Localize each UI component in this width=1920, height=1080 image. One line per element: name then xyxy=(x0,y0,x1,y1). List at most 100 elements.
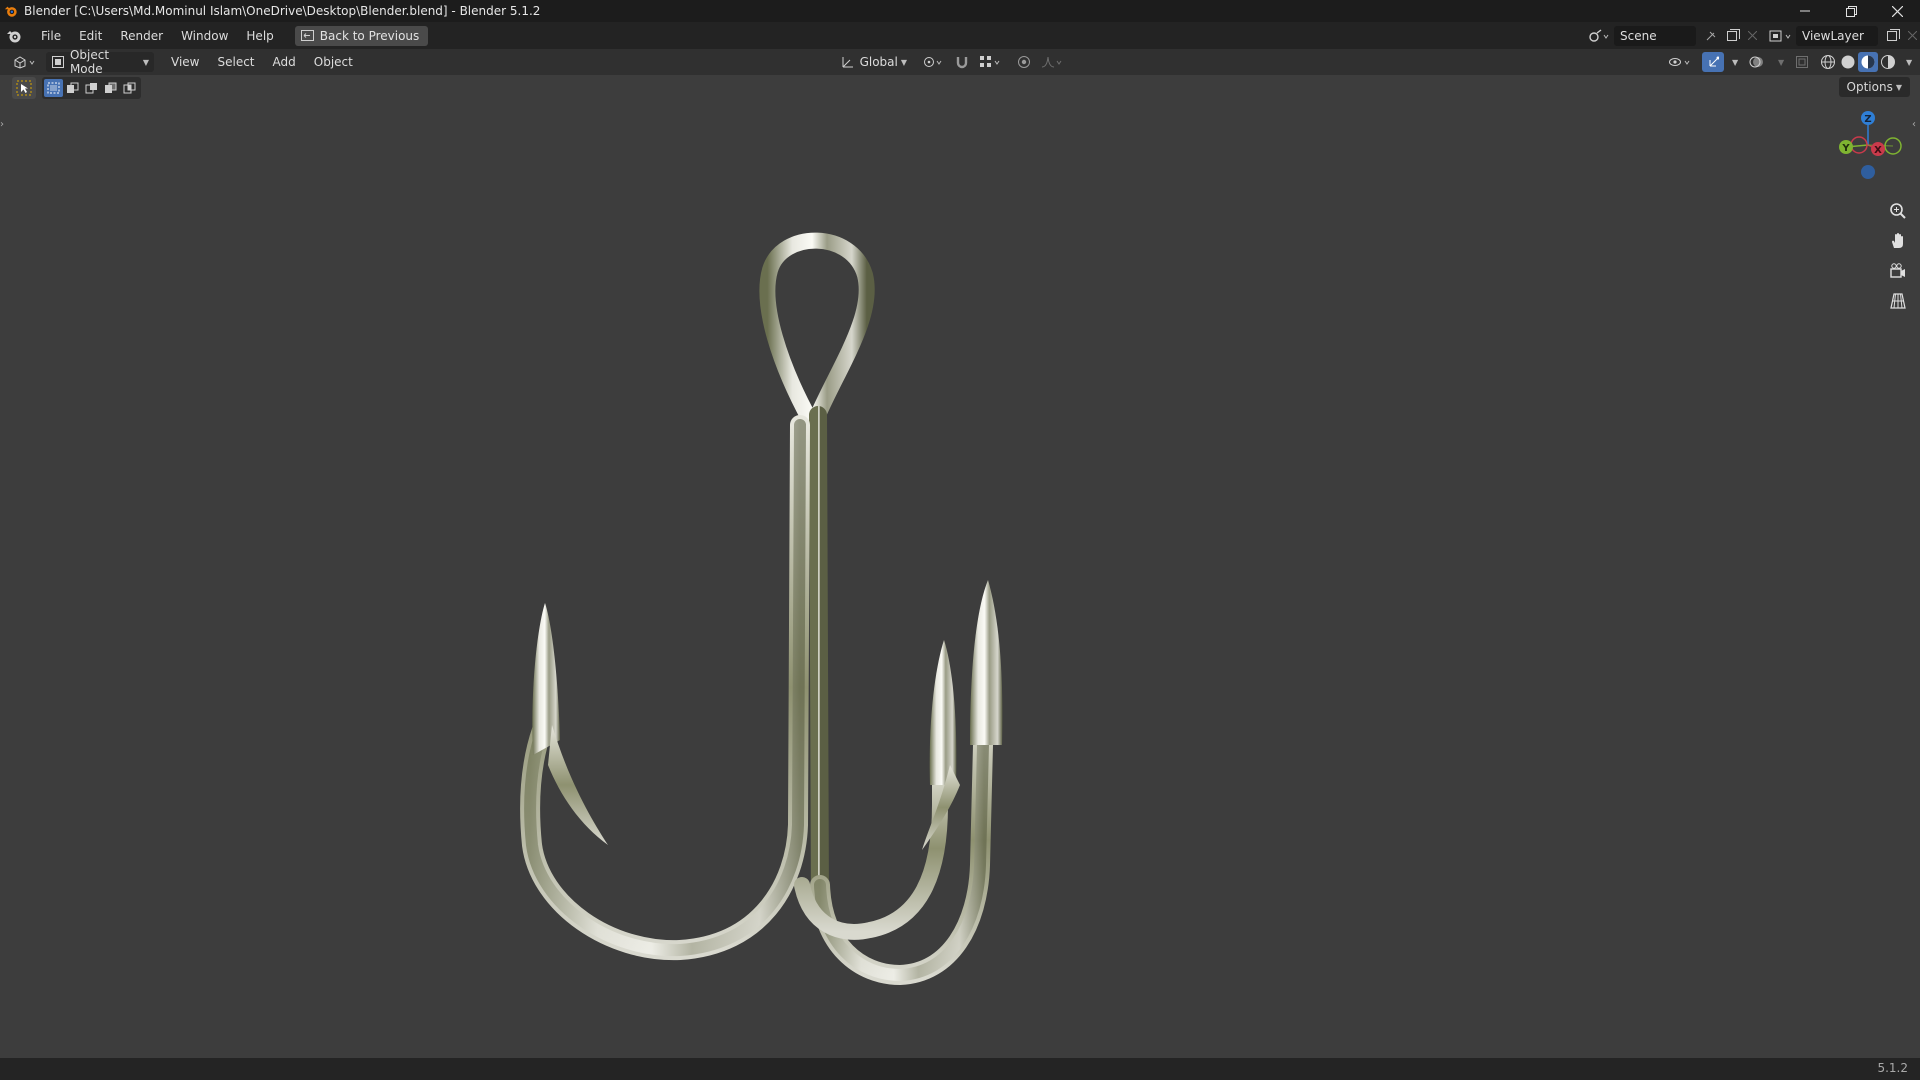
camera-icon xyxy=(1890,263,1905,278)
proportional-falloff-dropdown[interactable] xyxy=(1036,52,1070,72)
shading-solid-button[interactable] xyxy=(1838,52,1858,72)
close-button[interactable] xyxy=(1874,0,1920,22)
menu-file[interactable]: File xyxy=(32,25,70,47)
proportional-editing-toggle[interactable] xyxy=(1012,52,1036,72)
pan-button[interactable] xyxy=(1884,227,1912,255)
menu-window[interactable]: Window xyxy=(172,25,237,47)
header-menu-select[interactable]: Select xyxy=(208,51,263,73)
restore-button[interactable] xyxy=(1828,0,1874,22)
pin-icon xyxy=(1706,31,1716,40)
3d-viewport[interactable]: Options ▼ › ‹ Z Y X xyxy=(0,75,1920,1058)
material-sphere-icon xyxy=(1861,55,1875,69)
header-menu-add[interactable]: Add xyxy=(264,51,305,73)
mode-intersect-button[interactable] xyxy=(120,79,139,97)
menu-render[interactable]: Render xyxy=(111,25,172,47)
select-tool-button[interactable] xyxy=(12,77,36,99)
camera-view-button[interactable] xyxy=(1884,257,1912,285)
overlays-icon xyxy=(1749,56,1763,68)
back-screen-icon xyxy=(300,30,314,41)
toolbar-expand-arrow[interactable]: › xyxy=(0,119,8,135)
sidebar-expand-arrow[interactable]: ‹ xyxy=(1912,119,1920,135)
shading-material-button[interactable] xyxy=(1858,52,1878,72)
transform-tools: Global ▼ xyxy=(836,52,1070,72)
restore-icon xyxy=(1845,5,1857,17)
gizmo-y-label: Y xyxy=(1841,143,1850,154)
header-menu-object[interactable]: Object xyxy=(305,51,362,73)
xray-icon xyxy=(1796,56,1808,68)
chevron-down-icon: ▼ xyxy=(900,57,907,67)
back-to-previous-button[interactable]: Back to Previous xyxy=(294,25,429,46)
top-menu-bar: File Edit Render Window Help Back to Pre… xyxy=(0,22,1920,49)
transform-orientation-dropdown[interactable]: Global ▼ xyxy=(836,52,912,72)
menu-help[interactable]: Help xyxy=(237,25,282,47)
viewport-display-tools: ▼ ▼ ▼ xyxy=(1664,52,1912,72)
overlays-toggle[interactable] xyxy=(1744,52,1770,72)
scene-name-field[interactable]: Scene xyxy=(1614,25,1696,46)
viewport-header: Object Mode ▼ View Select Add Object Glo… xyxy=(0,48,1920,76)
object-mode-icon xyxy=(52,56,64,68)
grid-perspective-icon xyxy=(1890,293,1906,309)
new-viewlayer-button[interactable] xyxy=(1882,26,1904,46)
chevron-down-icon: ▼ xyxy=(1778,57,1785,67)
status-bar: 5.1.2 xyxy=(0,1058,1920,1080)
shading-rendered-button[interactable] xyxy=(1878,52,1898,72)
snap-target-dropdown[interactable] xyxy=(974,52,1008,72)
object-mode-dropdown[interactable]: Object Mode ▼ xyxy=(46,48,154,76)
viewlayer-selector-button[interactable] xyxy=(1766,26,1796,46)
new-scene-button[interactable] xyxy=(1722,26,1744,46)
mode-set-button[interactable] xyxy=(44,79,63,97)
viewlayer-name: ViewLayer xyxy=(1802,28,1864,43)
navigation-gizmo[interactable]: Z Y X xyxy=(1826,109,1910,181)
scene-viewlayer-area: Scene ViewLayer xyxy=(1584,22,1920,49)
pivot-point-dropdown[interactable] xyxy=(918,52,950,72)
options-dropdown[interactable]: Options ▼ xyxy=(1838,77,1910,97)
snap-grid-icon xyxy=(980,56,1000,67)
selection-mode-group xyxy=(42,77,141,99)
chevron-down-icon: ▼ xyxy=(142,57,149,67)
zoom-button[interactable] xyxy=(1884,197,1912,225)
mode-extend-button[interactable] xyxy=(63,79,82,97)
gizmo-toggle[interactable] xyxy=(1702,52,1724,72)
mode-subtract-button[interactable] xyxy=(82,79,101,97)
viewlayer-name-field[interactable]: ViewLayer xyxy=(1796,25,1878,46)
hand-icon xyxy=(1892,233,1903,248)
delete-scene-button[interactable] xyxy=(1744,26,1760,46)
gizmo-options-dropdown[interactable]: ▼ xyxy=(1724,52,1738,72)
xray-toggle[interactable] xyxy=(1790,52,1814,72)
mode-invert-button[interactable] xyxy=(101,79,120,97)
gizmo-neg-z-icon[interactable] xyxy=(1861,165,1875,179)
gizmo-x-label: X xyxy=(1874,145,1882,156)
chevron-down-icon: ▼ xyxy=(1895,82,1902,92)
delete-viewlayer-button[interactable] xyxy=(1904,26,1920,46)
scene-selector-button[interactable] xyxy=(1584,26,1614,46)
3d-viewport-icon xyxy=(14,56,35,69)
select-extend-icon xyxy=(67,82,79,93)
eye-cursor-icon xyxy=(1669,58,1690,66)
window-title: Blender [C:\Users\Md.Mominul Islam\OneDr… xyxy=(24,4,541,18)
options-label: Options xyxy=(1846,80,1893,94)
zoom-magnifier-icon xyxy=(1890,203,1906,219)
header-menu-view[interactable]: View xyxy=(162,51,208,73)
menu-edit[interactable]: Edit xyxy=(70,25,111,47)
fishing-hook-model[interactable] xyxy=(500,185,1060,985)
shading-options-dropdown[interactable]: ▼ xyxy=(1898,52,1912,72)
duplicate-icon xyxy=(1886,29,1900,41)
x-icon xyxy=(1747,31,1757,40)
blender-menu-icon[interactable] xyxy=(6,28,22,44)
overlays-options-dropdown[interactable]: ▼ xyxy=(1770,52,1784,72)
blender-version: 5.1.2 xyxy=(1877,1061,1908,1075)
back-to-previous-label: Back to Previous xyxy=(319,28,420,43)
shading-wireframe-button[interactable] xyxy=(1818,52,1838,72)
gizmo-z-label: Z xyxy=(1864,114,1871,125)
select-invert-icon xyxy=(105,82,117,93)
window-controls xyxy=(1782,0,1920,22)
minimize-button[interactable] xyxy=(1782,0,1828,22)
selectability-visibility-dropdown[interactable] xyxy=(1664,52,1698,72)
perspective-toggle-button[interactable] xyxy=(1884,287,1912,315)
snap-toggle[interactable] xyxy=(950,52,974,72)
pin-scene-button[interactable] xyxy=(1700,26,1722,46)
scene-icon xyxy=(1589,28,1609,42)
editor-type-button[interactable] xyxy=(8,52,40,72)
rendered-sphere-icon xyxy=(1881,55,1895,69)
render-layers-icon xyxy=(1769,30,1791,41)
